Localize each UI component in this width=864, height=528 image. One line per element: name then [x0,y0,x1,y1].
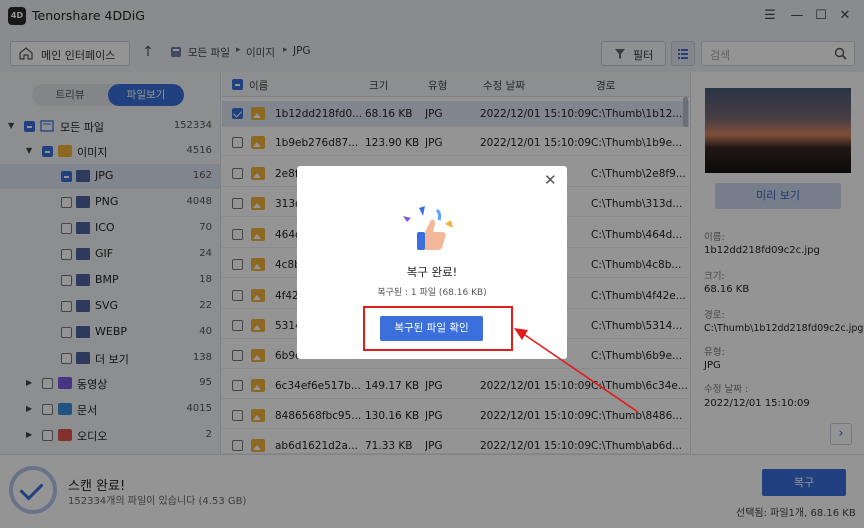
annotation-arrow [514,328,639,413]
